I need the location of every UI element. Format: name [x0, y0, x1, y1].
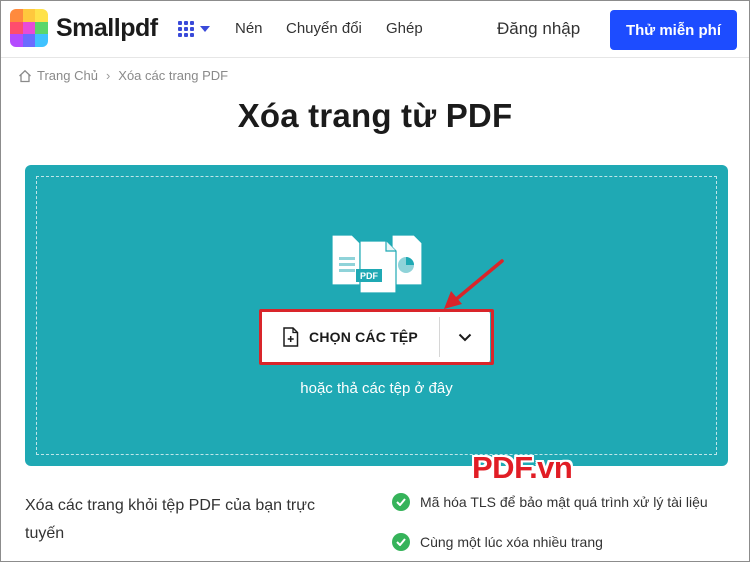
smallpdf-logo-icon[interactable] — [10, 9, 48, 47]
grid-icon — [178, 21, 194, 37]
feature-item: Cùng một lúc xóa nhiều trang — [392, 533, 603, 551]
home-icon — [19, 69, 31, 82]
top-header: Smallpdf Nén Chuyển đổi Ghép Đăng nhập T… — [0, 0, 750, 58]
nav-compress[interactable]: Nén — [235, 20, 263, 37]
breadcrumb-separator: › — [105, 68, 111, 83]
nav-merge[interactable]: Ghép — [386, 20, 423, 37]
tool-description: Xóa các trang khỏi tệp PDF của bạn trực … — [25, 497, 315, 542]
try-free-button[interactable]: Thử miễn phí — [610, 10, 737, 50]
feature-label: Mã hóa TLS để bảo mật quá trình xử lý tà… — [420, 494, 708, 510]
feature-item: Mã hóa TLS để bảo mật quá trình xử lý tà… — [392, 493, 708, 511]
feature-label: Cùng một lúc xóa nhiều trang — [420, 534, 603, 550]
files-icon: PDF — [331, 234, 423, 294]
check-circle-icon — [392, 493, 410, 511]
watermark: PDF.vn — [472, 450, 573, 485]
brand-name[interactable]: Smallpdf — [56, 14, 158, 43]
caret-down-icon — [200, 26, 210, 32]
breadcrumb-home[interactable]: Trang Chủ — [37, 68, 98, 83]
nav-convert[interactable]: Chuyển đổi — [286, 20, 362, 37]
breadcrumb-current[interactable]: Xóa các trang PDF — [118, 68, 228, 83]
apps-menu-button[interactable] — [178, 19, 214, 39]
annotation-arrow-icon — [444, 259, 504, 309]
breadcrumb: Trang Chủ › Xóa các trang PDF — [18, 68, 228, 83]
check-circle-icon — [392, 533, 410, 551]
login-link[interactable]: Đăng nhập — [497, 19, 580, 39]
annotation-highlight-box — [259, 309, 494, 365]
drop-hint-text: hoặc thả các tệp ở đây — [300, 380, 453, 397]
page-title: Xóa trang từ PDF — [237, 97, 513, 134]
pdf-badge-label: PDF — [360, 271, 379, 281]
